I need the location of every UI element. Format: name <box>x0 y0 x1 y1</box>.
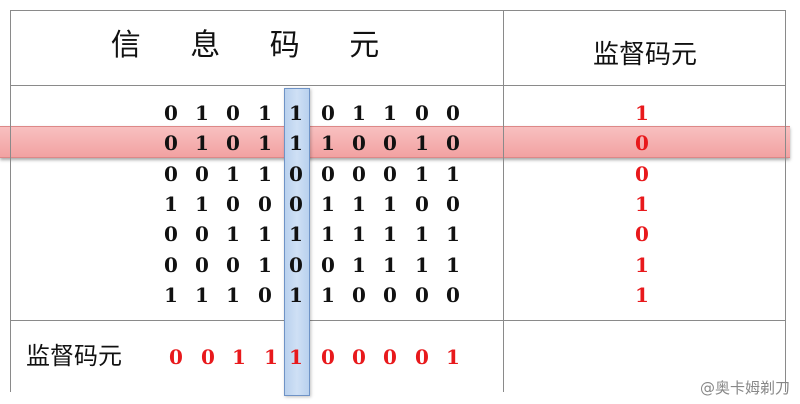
row-check-bit: 1 <box>635 253 649 277</box>
info-bit: 1 <box>446 222 460 246</box>
info-bit: 0 <box>446 283 460 307</box>
info-bit: 1 <box>258 222 272 246</box>
column-divider <box>503 10 504 392</box>
column-check-label: 监督码元 <box>26 342 122 370</box>
right-border <box>785 10 786 392</box>
column-check-bit: 0 <box>169 345 183 369</box>
info-bit: 0 <box>383 283 397 307</box>
column-check-bit: 1 <box>289 345 303 369</box>
info-bit: 1 <box>415 222 429 246</box>
info-bit: 0 <box>383 162 397 186</box>
column-check-bit: 0 <box>415 345 429 369</box>
info-bit: 0 <box>164 101 178 125</box>
info-bit: 1 <box>195 131 209 155</box>
info-bit: 0 <box>164 162 178 186</box>
info-bit: 1 <box>226 222 240 246</box>
row-check-bit: 0 <box>635 131 649 155</box>
header-divider <box>10 85 785 86</box>
row-check-bit: 1 <box>635 101 649 125</box>
info-bit: 1 <box>352 192 366 216</box>
column-check-bit: 1 <box>232 345 246 369</box>
info-bit: 1 <box>383 101 397 125</box>
left-border <box>10 10 11 392</box>
info-bit: 0 <box>352 131 366 155</box>
info-bit: 1 <box>226 162 240 186</box>
info-bit: 0 <box>258 283 272 307</box>
info-bit: 1 <box>226 283 240 307</box>
info-bit: 1 <box>383 253 397 277</box>
info-bit: 0 <box>321 101 335 125</box>
info-bit: 1 <box>352 222 366 246</box>
info-bit: 1 <box>321 222 335 246</box>
info-bit: 0 <box>352 162 366 186</box>
info-bit: 1 <box>352 253 366 277</box>
info-bit: 1 <box>321 283 335 307</box>
info-bit: 0 <box>321 253 335 277</box>
info-bit: 0 <box>226 253 240 277</box>
info-bit: 0 <box>446 192 460 216</box>
info-bit: 1 <box>321 131 335 155</box>
info-bit: 1 <box>289 131 303 155</box>
info-bit: 0 <box>415 101 429 125</box>
column-check-bit: 0 <box>321 345 335 369</box>
info-bit: 1 <box>289 222 303 246</box>
info-bit: 1 <box>415 162 429 186</box>
info-bit: 0 <box>164 253 178 277</box>
watermark: @奥卡姆剃刀 <box>699 379 790 397</box>
info-bit: 0 <box>195 253 209 277</box>
info-bit: 0 <box>164 131 178 155</box>
info-bit: 1 <box>164 192 178 216</box>
info-bit: 1 <box>289 283 303 307</box>
info-bit: 1 <box>258 101 272 125</box>
info-bit: 0 <box>383 131 397 155</box>
info-bit: 1 <box>383 192 397 216</box>
info-bit: 0 <box>195 222 209 246</box>
info-bit: 1 <box>195 192 209 216</box>
info-bit: 1 <box>415 253 429 277</box>
info-bit: 0 <box>226 192 240 216</box>
info-bit: 0 <box>258 192 272 216</box>
check-bits-title: 监督码元 <box>592 40 697 70</box>
column-check-bit: 1 <box>446 345 460 369</box>
row-check-bit: 1 <box>635 283 649 307</box>
info-bit: 1 <box>164 283 178 307</box>
info-bit: 1 <box>195 101 209 125</box>
info-bit: 0 <box>195 162 209 186</box>
info-bit: 0 <box>226 131 240 155</box>
row-check-bit: 0 <box>635 222 649 246</box>
info-bit: 0 <box>289 192 303 216</box>
info-bit: 1 <box>415 131 429 155</box>
row-check-bit: 0 <box>635 162 649 186</box>
info-bit: 1 <box>289 101 303 125</box>
bottom-divider <box>10 320 785 321</box>
info-bit: 1 <box>258 131 272 155</box>
info-bits-title: 信 息 码 元 <box>110 28 400 63</box>
info-bit: 1 <box>258 253 272 277</box>
parity-diagram: 信 息 码 元 监督码元 监督码元 0101101100010111001000… <box>0 0 800 404</box>
column-check-bit: 0 <box>383 345 397 369</box>
info-bit: 1 <box>258 162 272 186</box>
info-bit: 1 <box>321 192 335 216</box>
info-bit: 1 <box>446 162 460 186</box>
column-check-bit: 1 <box>264 345 278 369</box>
info-bit: 0 <box>446 101 460 125</box>
info-bit: 0 <box>415 192 429 216</box>
column-check-bit: 0 <box>352 345 366 369</box>
column-check-bit: 0 <box>201 345 215 369</box>
info-bit: 1 <box>383 222 397 246</box>
info-bit: 0 <box>352 283 366 307</box>
info-bit: 0 <box>289 162 303 186</box>
info-bit: 1 <box>195 283 209 307</box>
info-bit: 1 <box>352 101 366 125</box>
info-bit: 0 <box>446 131 460 155</box>
row-check-bit: 1 <box>635 192 649 216</box>
info-bit: 1 <box>446 253 460 277</box>
info-bit: 0 <box>289 253 303 277</box>
info-bit: 0 <box>415 283 429 307</box>
info-bit: 0 <box>321 162 335 186</box>
info-bit: 0 <box>164 222 178 246</box>
top-border <box>10 10 785 11</box>
info-bit: 0 <box>226 101 240 125</box>
